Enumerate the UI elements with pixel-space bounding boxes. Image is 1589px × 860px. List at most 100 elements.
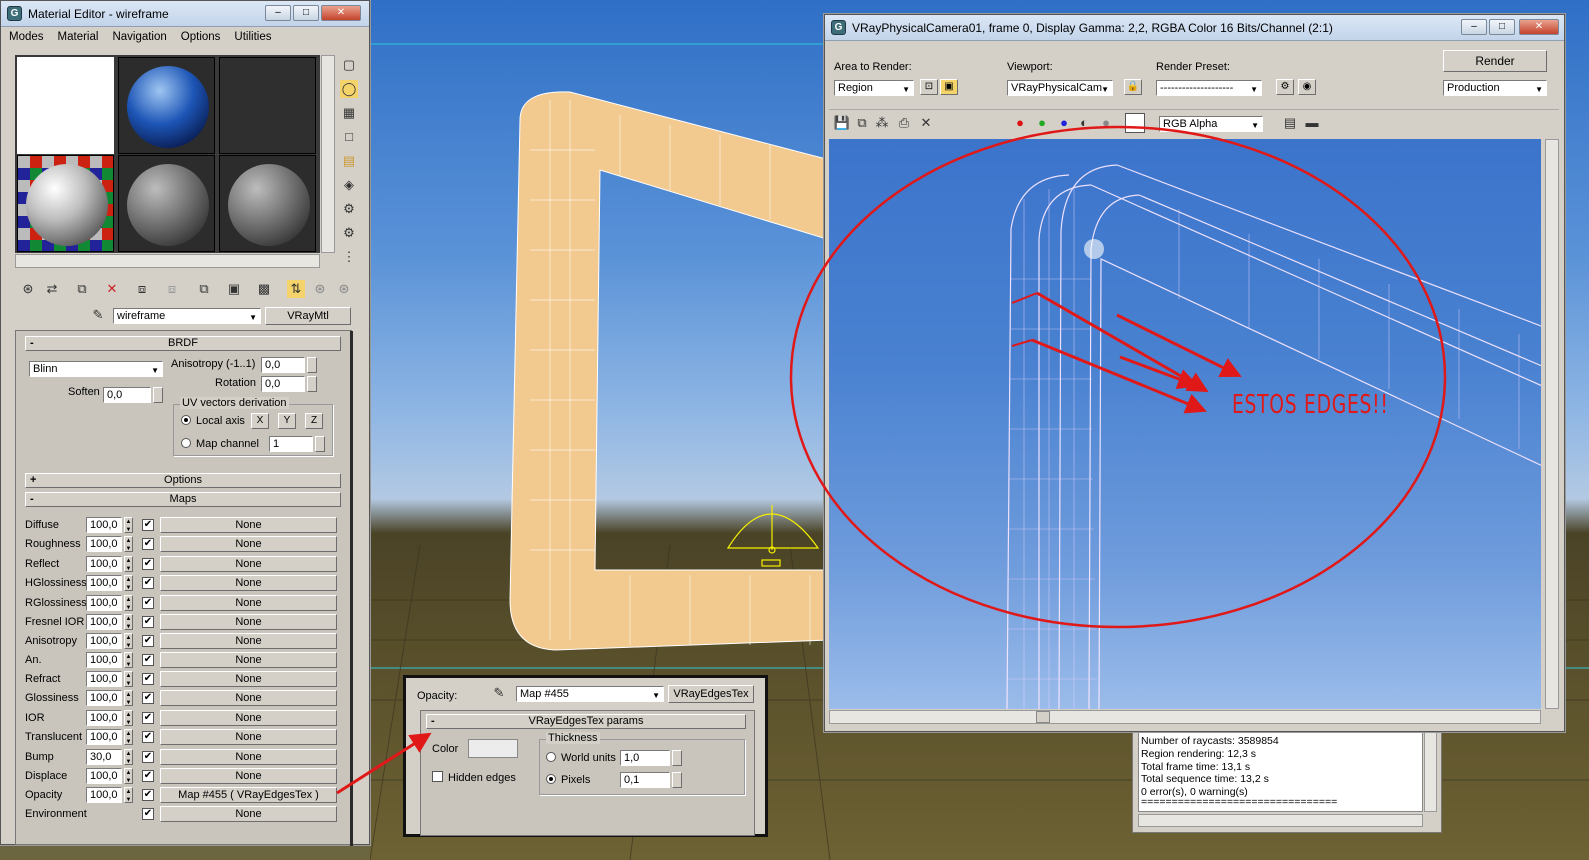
backlight-icon[interactable]: ◯ <box>340 80 358 98</box>
map-amount-field[interactable]: 100,0 <box>86 595 122 611</box>
close-button[interactable]: ✕ <box>321 5 361 21</box>
log-scrollbar[interactable] <box>1424 732 1437 812</box>
slots-vertical-scrollbar[interactable] <box>321 55 335 253</box>
minimize-button[interactable]: – <box>1461 19 1487 35</box>
world-units-radio[interactable]: World units <box>546 751 616 764</box>
map-amount-field[interactable]: 100,0 <box>86 710 122 726</box>
menu-utilities[interactable]: Utilities <box>234 31 271 43</box>
assign-material-icon[interactable]: ⧉ <box>73 280 91 298</box>
blue-channel-icon[interactable]: ● <box>1055 114 1073 132</box>
maps-rollout-header[interactable]: - Maps <box>25 492 341 507</box>
map-amount-spinner[interactable]: ▲ ▼ <box>124 536 133 552</box>
world-units-spinner[interactable] <box>672 750 682 766</box>
map-enable-checkbox[interactable]: ✔ <box>142 597 154 609</box>
map-amount-field[interactable]: 100,0 <box>86 556 122 572</box>
menu-modes[interactable]: Modes <box>9 31 44 43</box>
close-button[interactable]: ✕ <box>1519 19 1559 35</box>
minimize-button[interactable]: – <box>265 5 291 21</box>
material-editor-window[interactable]: G Material Editor - wireframe – □ ✕ Mode… <box>0 0 370 846</box>
edge-color-swatch[interactable] <box>468 739 518 758</box>
menu-material[interactable]: Material <box>58 31 99 43</box>
reset-map-icon[interactable]: ✕ <box>103 280 121 298</box>
map-enable-checkbox[interactable]: ✔ <box>142 519 154 531</box>
map-amount-spinner[interactable]: ▲ ▼ <box>124 614 133 630</box>
map-enable-checkbox[interactable]: ✔ <box>142 577 154 589</box>
show-end-result-icon[interactable]: ▩ <box>255 280 273 298</box>
material-name-field[interactable]: wireframe <box>113 308 261 324</box>
map-amount-spinner[interactable]: ▲ ▼ <box>124 729 133 745</box>
map-slot-button[interactable]: None <box>160 671 337 687</box>
anisotropy-spinner[interactable] <box>307 357 317 373</box>
go-forward-icon[interactable]: ⊛ <box>311 280 329 298</box>
sample-slot-4[interactable] <box>17 155 114 252</box>
map-slot-button[interactable]: None <box>160 768 337 784</box>
anisotropy-field[interactable]: 0,0 <box>261 357 305 373</box>
world-units-field[interactable]: 1,0 <box>620 750 670 766</box>
map-enable-checkbox[interactable]: ✔ <box>142 616 154 628</box>
map-amount-spinner[interactable]: ▲ ▼ <box>124 749 133 765</box>
map-slot-button[interactable]: None <box>160 690 337 706</box>
map-channel-spinner[interactable] <box>315 436 325 452</box>
clear-image-icon[interactable]: ✕ <box>917 114 935 132</box>
make-unique-icon[interactable]: ⧈ <box>133 280 151 298</box>
map-amount-spinner[interactable]: ▲ ▼ <box>124 556 133 572</box>
map-amount-field[interactable]: 100,0 <box>86 768 122 784</box>
render-button[interactable]: Render <box>1443 50 1547 72</box>
red-channel-icon[interactable]: ● <box>1011 114 1029 132</box>
brdf-rollout-header[interactable]: - BRDF <box>25 336 341 351</box>
save-all-channels-icon[interactable]: ⁂ <box>873 114 891 132</box>
channel-dropdown[interactable]: RGB Alpha <box>1159 116 1263 132</box>
menu-options[interactable]: Options <box>181 31 221 43</box>
get-material-icon[interactable]: ⊛ <box>19 280 37 298</box>
show-map-icon[interactable]: ▣ <box>225 280 243 298</box>
map-slot-button[interactable]: None <box>160 729 337 745</box>
map-slot-button[interactable]: None <box>160 806 337 822</box>
viewport-dropdown[interactable]: VRayPhysicalCam <box>1007 80 1113 96</box>
auto-region-icon[interactable]: ▣ <box>940 79 958 95</box>
map-amount-spinner[interactable]: ▲ ▼ <box>124 710 133 726</box>
map-slot-button[interactable]: None <box>160 575 337 591</box>
map-amount-spinner[interactable]: ▲ ▼ <box>124 595 133 611</box>
render-image[interactable] <box>829 139 1541 709</box>
maximize-button[interactable]: □ <box>293 5 319 21</box>
soften-field[interactable]: 0,0 <box>103 387 151 403</box>
edges-params-header[interactable]: - VRayEdgesTex params <box>426 714 746 729</box>
map-amount-field[interactable]: 100,0 <box>86 575 122 591</box>
map-amount-field[interactable]: 100,0 <box>86 614 122 630</box>
map-slot-button[interactable]: None <box>160 517 337 533</box>
map-enable-checkbox[interactable]: ✔ <box>142 673 154 685</box>
frame-buffer-titlebar[interactable]: G VRayPhysicalCamera01, frame 0, Display… <box>825 15 1564 41</box>
maximize-button[interactable]: □ <box>1489 19 1515 35</box>
material-type-button[interactable]: VRayMtl <box>265 307 351 325</box>
map-amount-field[interactable]: 30,0 <box>86 749 122 765</box>
map-enable-checkbox[interactable]: ✔ <box>142 635 154 647</box>
region-edit-icon[interactable]: ⊡ <box>920 79 938 95</box>
render-vertical-scrollbar[interactable] <box>1545 139 1559 709</box>
make-preview-icon[interactable]: ◈ <box>340 176 358 194</box>
map-amount-spinner[interactable]: ▲ ▼ <box>124 768 133 784</box>
brdf-type-dropdown[interactable]: Blinn <box>29 361 163 377</box>
map-enable-checkbox[interactable]: ✔ <box>142 789 154 801</box>
map-amount-field[interactable]: 100,0 <box>86 787 122 803</box>
map-slot-button[interactable]: None <box>160 652 337 668</box>
material-id-icon[interactable]: ⧉ <box>195 280 213 298</box>
render-setup-icon[interactable]: ⚙ <box>1276 79 1294 95</box>
map-slot-button[interactable]: None <box>160 595 337 611</box>
render-preset-dropdown[interactable]: -------------------- <box>1156 80 1262 96</box>
sample-uv-tiling-icon[interactable]: □ <box>340 128 358 146</box>
eyedropper-icon[interactable]: ✎ <box>490 684 508 702</box>
map-enable-checkbox[interactable]: ✔ <box>142 654 154 666</box>
map-slot-button[interactable]: None <box>160 749 337 765</box>
map-amount-spinner[interactable]: ▲ ▼ <box>124 671 133 687</box>
options-rollout-header[interactable]: + Options <box>25 473 341 488</box>
material-editor-titlebar[interactable]: G Material Editor - wireframe – □ ✕ <box>1 1 369 27</box>
axis-y-button[interactable]: Y <box>278 413 296 429</box>
map-amount-field[interactable]: 100,0 <box>86 652 122 668</box>
map-enable-checkbox[interactable]: ✔ <box>142 751 154 763</box>
video-color-check-icon[interactable]: ▤ <box>340 152 358 170</box>
rotation-field[interactable]: 0,0 <box>261 376 305 392</box>
alpha-channel-icon[interactable]: ◐ <box>1075 114 1093 132</box>
slots-horizontal-scrollbar[interactable] <box>15 254 320 268</box>
map-amount-field[interactable]: 100,0 <box>86 671 122 687</box>
options-icon[interactable]: ⚙ <box>340 200 358 218</box>
